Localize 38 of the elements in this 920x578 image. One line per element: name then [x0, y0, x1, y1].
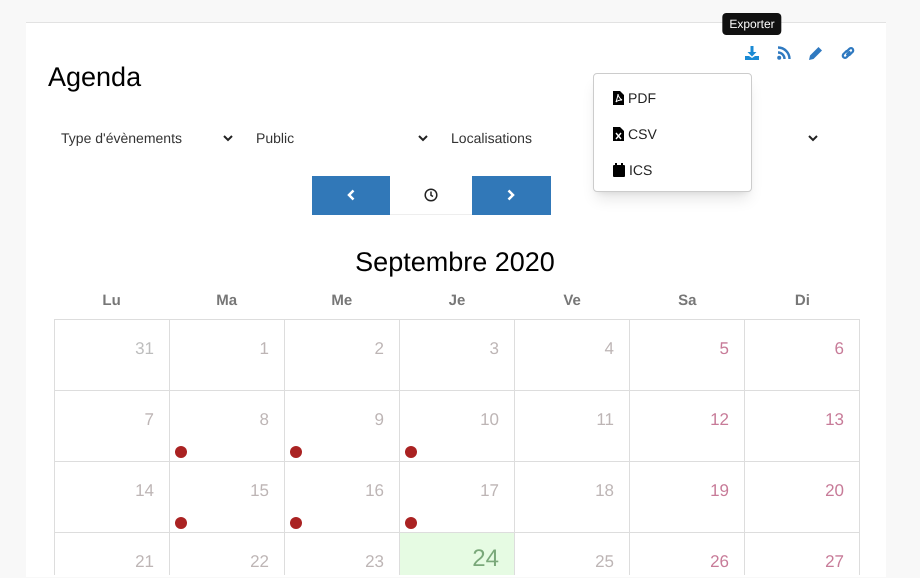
day-number: 31 [135, 338, 154, 360]
day-number: 26 [710, 551, 729, 573]
day-number: 22 [250, 551, 269, 573]
day-number: 23 [365, 551, 384, 573]
day-number: 27 [825, 551, 844, 573]
day-number: 9 [374, 409, 384, 431]
day-number: 12 [710, 409, 729, 431]
weekday-header: Sa [678, 290, 696, 310]
day-number: 17 [480, 480, 499, 502]
day-number: 8 [260, 409, 269, 431]
day-number: 6 [834, 338, 844, 360]
day-number: 7 [144, 409, 154, 431]
day-number: 20 [825, 480, 844, 502]
day-number: 2 [374, 338, 384, 360]
day-number: 25 [595, 551, 614, 573]
day-number: 18 [595, 480, 614, 502]
day-number: 5 [720, 338, 729, 360]
day-number: 1 [260, 338, 269, 360]
weekday-header: Je [448, 290, 466, 310]
day-number: 21 [135, 551, 154, 573]
day-number: 15 [250, 480, 269, 502]
page-title: Agenda [48, 61, 142, 94]
day-number: 4 [604, 338, 614, 360]
day-number: 24 [472, 545, 499, 573]
day-number: 3 [490, 338, 499, 360]
month-title: Septembre 2020 [354, 248, 556, 276]
day-number: 19 [710, 480, 729, 502]
weekday-header: Me [331, 290, 352, 310]
day-number: 10 [480, 409, 499, 431]
day-number: 13 [825, 409, 844, 431]
day-number: 16 [365, 480, 384, 502]
tooltip: Exporter [722, 13, 782, 36]
day-number: 11 [596, 409, 614, 431]
weekday-header: Lu [102, 290, 121, 310]
weekday-header: Ve [563, 290, 581, 310]
weekday-header: Di [794, 290, 810, 310]
weekday-header: Ma [216, 290, 238, 310]
day-number: 14 [135, 480, 154, 502]
